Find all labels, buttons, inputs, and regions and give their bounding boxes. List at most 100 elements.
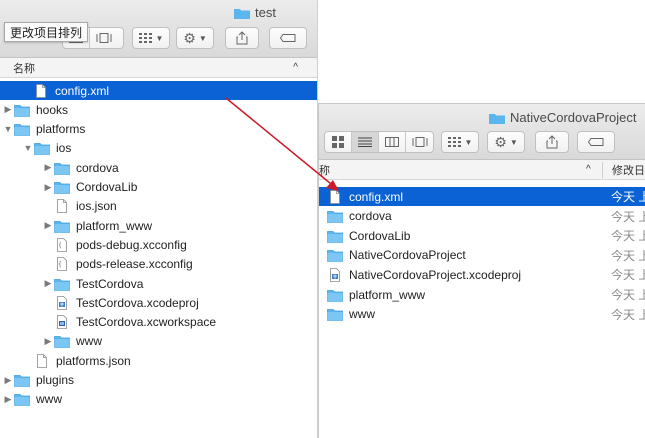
- list-item[interactable]: ▼ ios: [0, 139, 317, 158]
- list-item-label: platform_www: [76, 218, 153, 233]
- disclosure-closed-icon[interactable]: ▶: [42, 336, 54, 347]
- folder-icon: [14, 373, 30, 387]
- gear-icon: ⚙: [494, 133, 507, 150]
- list-item-label: config.xml: [55, 83, 110, 98]
- icon-view-button[interactable]: [325, 132, 352, 152]
- toolbar: NativeCordovaProject ▼ ⚙ ▼: [319, 104, 645, 160]
- tag-button[interactable]: [577, 131, 615, 153]
- list-item-selected[interactable]: config.xml: [0, 81, 317, 100]
- list-item-label: NativeCordovaProject: [349, 248, 466, 263]
- list-item-label: pods-debug.xcconfig: [76, 237, 187, 252]
- list-item[interactable]: ▶ www: [0, 332, 317, 351]
- list-item-label: platforms.json: [56, 353, 131, 368]
- list-item-date: 今天 上: [611, 288, 645, 302]
- list-item[interactable]: CordovaLib 今天 上: [319, 226, 645, 245]
- list-item[interactable]: ▶ platform_www: [0, 216, 317, 235]
- arrange-button[interactable]: ▼: [132, 27, 170, 49]
- folder-icon: [14, 122, 30, 136]
- list-item[interactable]: platform_www 今天 上: [319, 285, 645, 304]
- cover-flow-button[interactable]: [406, 132, 433, 152]
- list-item[interactable]: ▶ CordovaLib: [0, 178, 317, 197]
- disclosure-open-icon[interactable]: ▼: [22, 143, 34, 153]
- folder-icon: [234, 8, 250, 19]
- list-item-label: hooks: [36, 102, 69, 117]
- sort-indicator: ^: [586, 164, 591, 175]
- view-mode-segment: [324, 131, 434, 153]
- share-button[interactable]: [225, 27, 259, 49]
- document-icon: [34, 353, 50, 368]
- chevron-down-icon: ▼: [198, 33, 207, 43]
- list-item-date: 今天 上: [611, 209, 645, 224]
- column-view-icon: [385, 137, 399, 147]
- list-item[interactable]: ▼ platforms: [0, 120, 317, 139]
- icon-view-icon: [332, 136, 344, 148]
- arrange-button[interactable]: ▼: [441, 131, 479, 153]
- cover-flow-icon: [412, 137, 427, 147]
- action-button[interactable]: ⚙ ▼: [176, 27, 214, 49]
- cover-flow-button[interactable]: [90, 28, 117, 48]
- folder-icon: [54, 180, 70, 194]
- chevron-down-icon: ▼: [509, 137, 518, 147]
- folder-icon: [14, 392, 30, 407]
- list-item[interactable]: pods-debug.xcconfig: [0, 235, 317, 254]
- list-item[interactable]: NativeCordovaProject.xcodeproj 今天 上: [319, 265, 645, 284]
- disclosure-closed-icon[interactable]: ▶: [42, 162, 54, 173]
- cover-flow-icon: [96, 33, 111, 43]
- list-item-label: cordova: [349, 209, 392, 224]
- xcodeproj-icon: [327, 267, 343, 282]
- document-icon: [33, 83, 49, 98]
- list-item-label: ios: [56, 141, 72, 156]
- list-item-date: 今天 上: [611, 307, 645, 322]
- list-item[interactable]: TestCordova.xcworkspace: [0, 313, 317, 332]
- list-item[interactable]: ▶ TestCordova: [0, 274, 317, 293]
- list-item[interactable]: cordova 今天 上: [319, 207, 645, 226]
- list-item-label: NativeCordovaProject.xcodeproj: [349, 267, 522, 282]
- disclosure-open-icon[interactable]: ▼: [2, 124, 14, 134]
- tag-icon: [588, 138, 604, 146]
- list-item[interactable]: ▶ plugins: [0, 371, 317, 390]
- list-item-label: www: [36, 392, 62, 407]
- list-item[interactable]: pods-release.xcconfig: [0, 255, 317, 274]
- config-file-icon: [54, 237, 70, 252]
- disclosure-closed-icon[interactable]: ▶: [2, 394, 14, 405]
- list-item-date: 今天 上: [611, 190, 645, 204]
- share-icon: [236, 31, 248, 45]
- chevron-down-icon: ▼: [155, 33, 164, 43]
- sort-indicator: ^: [293, 62, 298, 73]
- disclosure-closed-icon[interactable]: ▶: [2, 375, 14, 386]
- folder-icon: [489, 113, 505, 124]
- xcworkspace-icon: [54, 315, 70, 329]
- list-view-button[interactable]: [352, 132, 379, 152]
- list-item-label: pods-release.xcconfig: [76, 257, 193, 272]
- list-item-label: platforms: [36, 122, 86, 137]
- list-item[interactable]: ▶ cordova: [0, 158, 317, 177]
- action-button[interactable]: ⚙ ▼: [487, 131, 525, 153]
- column-header[interactable]: 称 ^ 修改日: [319, 160, 645, 180]
- list-item-selected[interactable]: config.xml 今天 上: [319, 187, 645, 206]
- disclosure-closed-icon[interactable]: ▶: [42, 278, 54, 289]
- disclosure-closed-icon[interactable]: ▶: [42, 182, 54, 193]
- disclosure-closed-icon[interactable]: ▶: [42, 220, 54, 231]
- list-item[interactable]: ▶ www: [0, 390, 317, 409]
- list-item[interactable]: www 今天 上: [319, 305, 645, 324]
- list-item-label: www: [349, 307, 375, 322]
- column-view-button[interactable]: [379, 132, 406, 152]
- list-item[interactable]: TestCordova.xcodeproj: [0, 293, 317, 312]
- document-icon: [327, 189, 343, 204]
- list-item[interactable]: ios.json: [0, 197, 317, 216]
- list-item-label: CordovaLib: [349, 228, 411, 243]
- chevron-down-icon: ▼: [464, 137, 473, 147]
- column-header[interactable]: 名称 ^: [0, 58, 317, 78]
- folder-icon: [54, 334, 70, 349]
- arrange-grid-icon: [447, 137, 461, 147]
- tag-button[interactable]: [269, 27, 307, 49]
- list-item[interactable]: NativeCordovaProject 今天 上: [319, 246, 645, 265]
- list-item[interactable]: ▶ hooks: [0, 100, 317, 119]
- xcodeproj-icon: [54, 295, 70, 310]
- list-view-icon: [358, 137, 372, 147]
- config-file-icon: [54, 257, 70, 272]
- disclosure-closed-icon[interactable]: ▶: [2, 104, 14, 115]
- list-item[interactable]: platforms.json: [0, 351, 317, 370]
- share-button[interactable]: [535, 131, 569, 153]
- folder-icon: [327, 209, 343, 223]
